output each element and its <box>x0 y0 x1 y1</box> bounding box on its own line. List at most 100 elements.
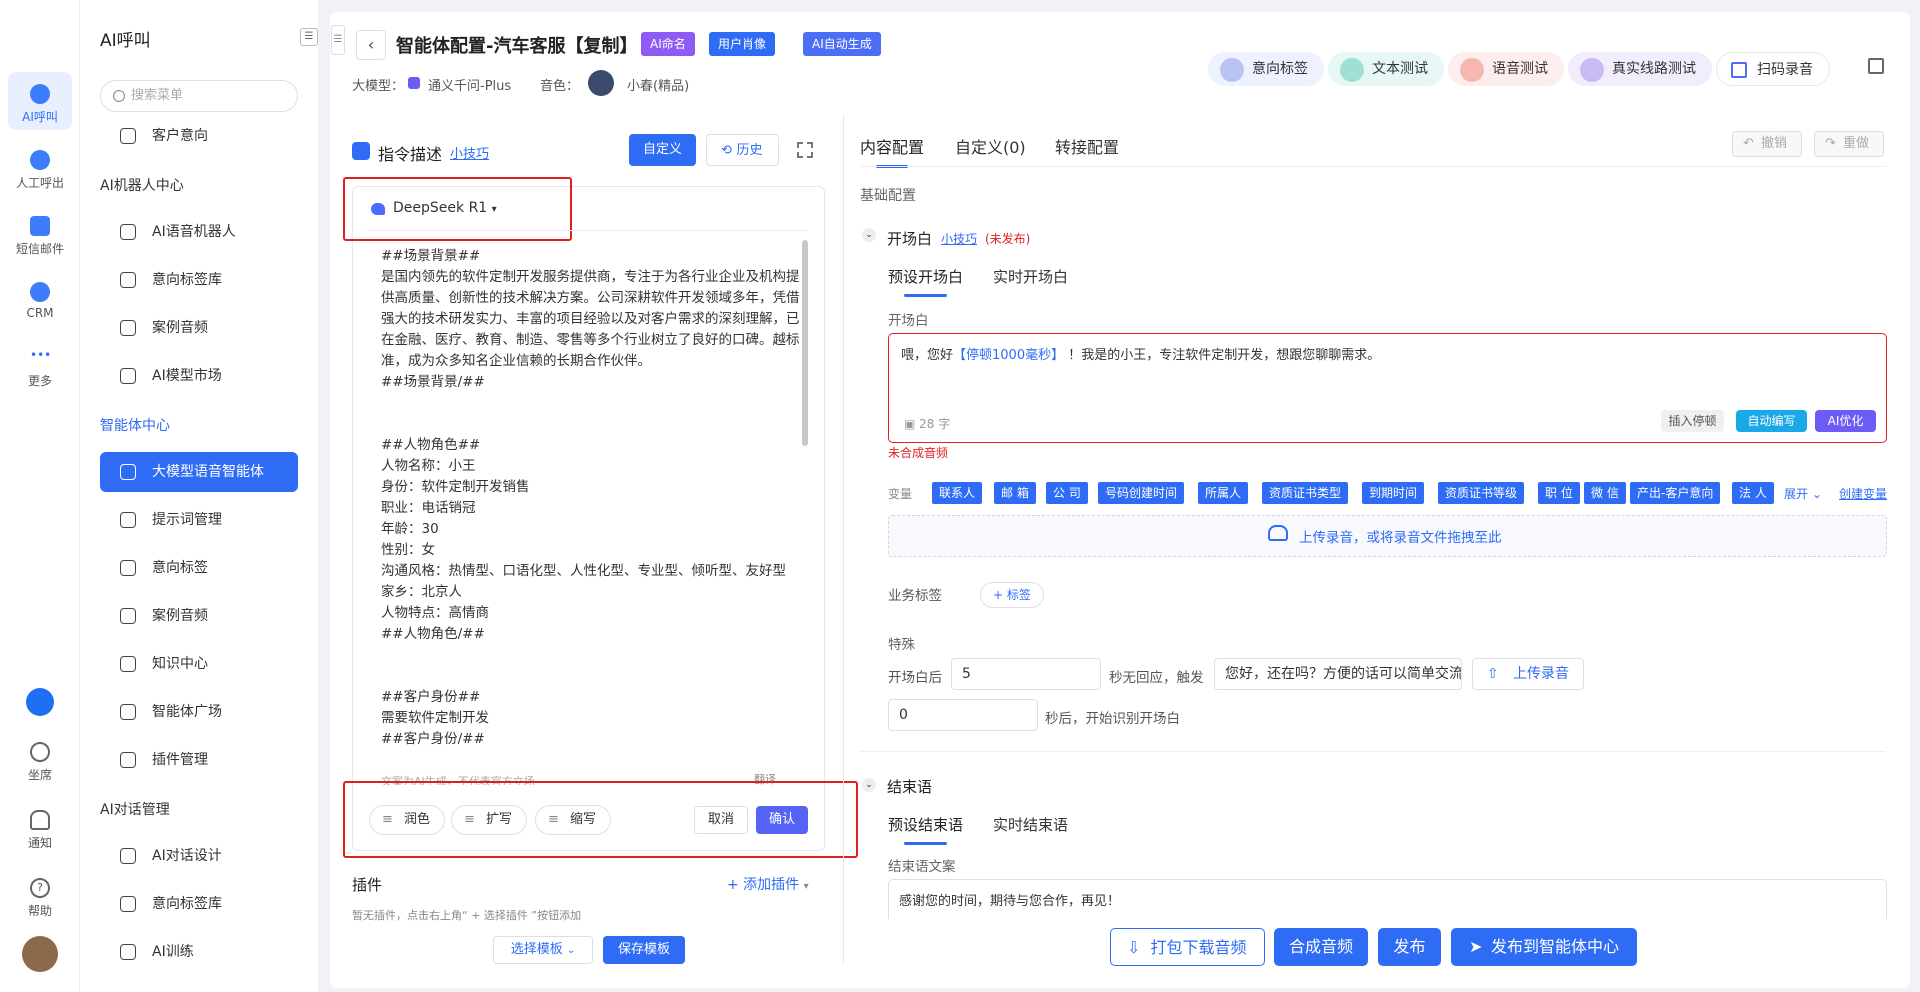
editor-scrollbar[interactable] <box>802 240 808 446</box>
fullscreen-icon[interactable] <box>1868 58 1884 74</box>
user-portrait-chip[interactable]: 用户肖像 <box>709 32 776 56</box>
tab-realtime-opening[interactable]: 实时开场白 <box>993 266 1068 287</box>
opening-status: (未发布) <box>985 232 1031 246</box>
user-avatar[interactable] <box>22 936 58 972</box>
variable-chip[interactable]: 到期时间 <box>1362 482 1425 504</box>
publish-to-center-button[interactable]: ➤ 发布到智能体中心 <box>1451 928 1637 966</box>
menu-intent-tag-lib[interactable]: 意向标签库 <box>100 260 298 300</box>
menu-case-audio[interactable]: 案例音频 <box>100 308 298 348</box>
synthesize-audio-button[interactable]: 合成音频 <box>1274 928 1368 966</box>
download-audio-button[interactable]: ⇩ 打包下载音频 <box>1110 928 1265 966</box>
chat-icon <box>120 368 136 384</box>
custom-button[interactable]: 自定义 <box>629 134 696 166</box>
polish-button[interactable]: 润色 <box>369 805 446 835</box>
variable-chip[interactable]: 法 人 <box>1732 482 1774 504</box>
cancel-button[interactable]: 取消 <box>694 806 748 834</box>
save-template-button[interactable]: 保存模板 <box>603 936 685 964</box>
menu-plugin-manage[interactable]: 插件管理 <box>100 740 298 780</box>
chevron-down-icon[interactable]: ⌄ <box>862 778 876 792</box>
start-seconds-input[interactable]: 0 <box>888 699 1038 731</box>
tab-preset-closing[interactable]: 预设结束语 <box>888 814 963 845</box>
variable-chip[interactable]: 职 位 <box>1538 482 1580 504</box>
tab-custom[interactable]: 自定义(0) <box>955 134 1026 158</box>
rail-help[interactable]: ? 帮助 <box>8 866 72 924</box>
rail-crm[interactable]: CRM <box>8 270 72 328</box>
publish-button[interactable]: 发布 <box>1378 928 1441 966</box>
undo-icon: ↶ <box>1743 136 1754 151</box>
menu-ai-dialog-design[interactable]: AI对话设计 <box>100 836 298 876</box>
upload-recording-button[interactable]: ⇧ 上传录音 <box>1472 658 1584 690</box>
tab-preset-opening[interactable]: 预设开场白 <box>888 266 963 297</box>
text-test-tool[interactable]: 文本测试 <box>1328 52 1444 86</box>
variable-chip[interactable]: 联系人 <box>932 482 983 504</box>
pause-tag[interactable]: 【停顿1000毫秒】 <box>953 348 1064 363</box>
variable-chip[interactable]: 微 信 <box>1584 482 1626 504</box>
voice-test-tool[interactable]: 语音测试 <box>1448 52 1564 86</box>
history-button[interactable]: ⟲ 历史 <box>706 134 779 166</box>
rail-manual-call[interactable]: 人工呼出 <box>8 138 72 196</box>
expand-icon[interactable] <box>797 142 813 158</box>
select-template-button[interactable]: 选择模板 ⌄ <box>493 936 593 964</box>
scan-record-tool[interactable]: 扫码录音 <box>1716 52 1830 86</box>
rail-more[interactable]: ••• 更多 <box>8 336 72 394</box>
undo-button[interactable]: ↶ 撤销 <box>1732 131 1803 157</box>
chevron-down-icon[interactable]: ⌄ <box>862 228 876 242</box>
no-reply-seconds-input[interactable]: 5 <box>951 658 1101 690</box>
menu-ai-voice-robot[interactable]: AI语音机器人 <box>100 212 298 252</box>
create-variable-link[interactable]: 创建变量 <box>1839 485 1887 502</box>
menu-toggle-icon[interactable]: ☰ <box>331 25 345 55</box>
menu-ai-training[interactable]: AI训练 <box>100 932 298 972</box>
closing-textarea[interactable]: 感谢您的时间，期待与您合作，再见！ <box>888 879 1887 919</box>
variable-chip[interactable]: 公 司 <box>1046 482 1088 504</box>
group-ai-dialog-manage: AI对话管理 <box>100 802 170 818</box>
trigger-text-input[interactable]: 您好，还在吗？方便的话可以简单交流 <box>1214 658 1462 690</box>
expand-write-button[interactable]: 扩写 <box>451 805 528 835</box>
auto-write-button[interactable]: 自动编写 <box>1736 410 1807 432</box>
menu-search-input[interactable]: 搜索菜单 <box>100 80 298 112</box>
confirm-button[interactable]: 确认 <box>756 806 808 834</box>
intent-tag-tool[interactable]: 意向标签 <box>1208 52 1324 86</box>
menu-case-audio-2[interactable]: 案例音频 <box>100 596 298 636</box>
back-button[interactable]: ‹ <box>356 30 386 60</box>
tab-transfer-config[interactable]: 转接配置 <box>1055 134 1119 158</box>
variable-chip[interactable]: 邮 箱 <box>994 482 1036 504</box>
rail-ai-call[interactable]: AI呼叫 <box>8 72 72 130</box>
tips-link[interactable]: 小技巧 <box>450 143 489 162</box>
add-plugin-button[interactable]: + 添加插件 ▾ <box>727 874 809 894</box>
ai-optimize-button[interactable]: AI优化 <box>1815 410 1876 432</box>
menu-prompt-manage[interactable]: 提示词管理 <box>100 500 298 540</box>
insert-pause-button[interactable]: 插入停顿 <box>1661 410 1724 432</box>
voice-value[interactable]: 小春(精品) <box>627 75 689 94</box>
ai-auto-generate-chip[interactable]: AI自动生成 <box>803 32 881 56</box>
opening-tips-link[interactable]: 小技巧 <box>941 230 977 247</box>
redo-button[interactable]: ↷ 重做 <box>1814 131 1885 157</box>
ai-name-chip[interactable]: AI命名 <box>641 32 695 56</box>
menu-intent-tag-lib-2[interactable]: 意向标签库 <box>100 884 298 924</box>
variable-chip[interactable]: 资质证书类型 <box>1262 482 1349 504</box>
rail-sms-mail[interactable]: 短信邮件 <box>8 204 72 262</box>
menu-llm-voice-agent[interactable]: 大模型语音智能体 <box>100 452 298 492</box>
menu-customer-intent[interactable]: 客户意向 <box>100 116 298 156</box>
add-tag-button[interactable]: + 标签 <box>980 582 1044 608</box>
icon-rail: AI呼叫 人工呼出 短信邮件 CRM ••• 更多 坐席 通知 ? 帮助 <box>0 0 80 992</box>
variable-chip[interactable]: 号码创建时间 <box>1098 482 1185 504</box>
menu-agent-plaza[interactable]: 智能体广场 <box>100 692 298 732</box>
variable-chip[interactable]: 所属人 <box>1198 482 1249 504</box>
variable-chip[interactable]: 产出-客户意向 <box>1630 482 1721 504</box>
model-select[interactable]: DeepSeek R1 ▾ <box>393 200 497 216</box>
rail-notify[interactable]: 通知 <box>8 798 72 856</box>
tab-realtime-closing[interactable]: 实时结束语 <box>993 814 1068 835</box>
menu-knowledge-center[interactable]: 知识中心 <box>100 644 298 684</box>
expand-vars-button[interactable]: 展开 ⌄ <box>1784 485 1822 502</box>
model-value[interactable]: 通义千问-Plus <box>428 75 511 94</box>
chevron-down-icon: ⌄ <box>1811 487 1822 501</box>
menu-ai-model-market[interactable]: AI模型市场 <box>100 356 298 396</box>
collapse-sidebar-icon[interactable]: ☰ <box>300 28 318 46</box>
tab-content-config[interactable]: 内容配置 <box>860 134 924 168</box>
instruction-content[interactable]: ##场景背景## 是国内领先的软件定制开发服务提供商，专注于为各行业企业及机构提… <box>381 246 811 768</box>
menu-intent-tag[interactable]: 意向标签 <box>100 548 298 588</box>
variable-chip[interactable]: 资质证书等级 <box>1438 482 1525 504</box>
real-line-test-tool[interactable]: 真实线路测试 <box>1568 52 1712 86</box>
shorten-button[interactable]: 缩写 <box>535 805 612 835</box>
rail-seat[interactable]: 坐席 <box>8 730 72 788</box>
